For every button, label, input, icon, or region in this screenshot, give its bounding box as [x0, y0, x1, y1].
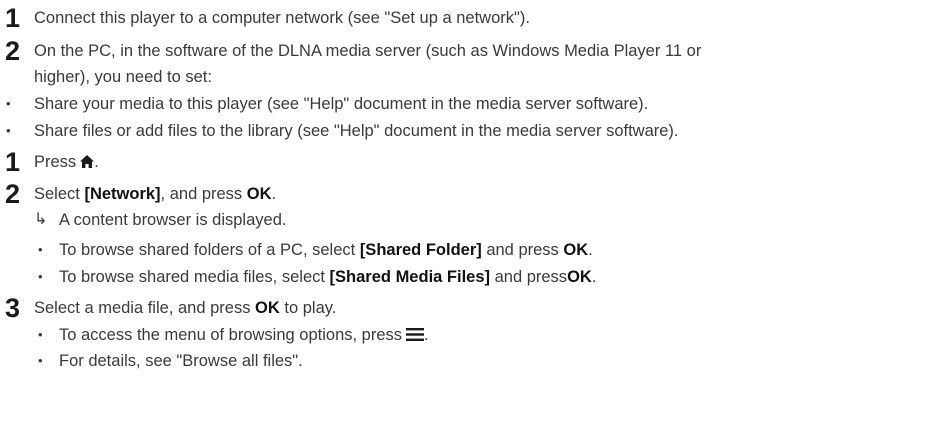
bullet-icon: • [6, 96, 11, 111]
step-pre: Select [34, 185, 85, 203]
list-item-punct: . [424, 326, 429, 344]
keyword-shared-folder: [Shared Folder] [359, 241, 482, 259]
step-label: Press [34, 153, 77, 171]
keyword-network: [Network] [84, 185, 161, 203]
list-item-text: For details, see "Browse all files". [59, 352, 303, 370]
step-number: 2 [5, 179, 21, 209]
step-pre: Select a media file, and press [34, 299, 256, 317]
list-item-pre: To browse shared media files, select [59, 268, 330, 286]
result-text: A content browser is displayed. [59, 211, 287, 229]
keyword-ok: OK [567, 268, 592, 286]
list-item-text: To browse shared folders of a PC, select… [59, 239, 593, 261]
list-item-mid: and press [490, 268, 568, 286]
step-text: Select a media file, and press OK to pla… [34, 297, 336, 319]
bullet-icon: • [6, 123, 11, 138]
list-item-text: Share your media to this player (see "He… [34, 95, 649, 113]
keyword-ok: OK [563, 241, 589, 259]
step-punct: . [94, 153, 99, 171]
bullet-icon: • [38, 242, 43, 257]
bullet-icon: • [38, 327, 43, 342]
list-item-pre: To browse shared folders of a PC, select [59, 241, 360, 259]
step-text: Press. [34, 151, 99, 173]
list-item-punct: . [591, 268, 597, 286]
manual-page: 1 Connect this player to a computer netw… [0, 0, 937, 427]
step-post: to play. [279, 299, 337, 317]
list-item-text: To access the menu of browsing options, … [59, 324, 429, 346]
list-item-label: To access the menu of browsing options, … [59, 326, 403, 344]
list-item-mid: and press [481, 241, 564, 259]
step-text: Connect this player to a computer networ… [34, 9, 530, 27]
bullet-icon: • [38, 353, 43, 368]
bullet-icon: • [38, 269, 43, 284]
list-item-punct: . [588, 241, 593, 259]
menu-icon [406, 328, 425, 341]
home-icon [80, 155, 95, 168]
step-number: 3 [5, 293, 21, 323]
keyword-ok: OK [246, 185, 272, 203]
step-mid: , and press [160, 185, 247, 203]
step-number: 1 [5, 3, 21, 33]
step-number: 2 [5, 36, 21, 66]
list-item-text: Share files or add files to the library … [34, 122, 679, 140]
result-arrow-icon: ↳ [34, 211, 48, 228]
list-item-text: To browse shared media files, select [Sh… [59, 266, 596, 288]
step-text: Select [Network], and press OK. [34, 183, 276, 205]
keyword-ok: OK [255, 299, 280, 317]
keyword-shared-media-files: [Shared Media Files] [329, 268, 491, 286]
step-text-line2: higher), you need to set: [34, 68, 212, 86]
step-number: 1 [5, 147, 21, 177]
step-text-line1: On the PC, in the software of the DLNA m… [34, 42, 702, 60]
step-punct: . [271, 185, 277, 203]
